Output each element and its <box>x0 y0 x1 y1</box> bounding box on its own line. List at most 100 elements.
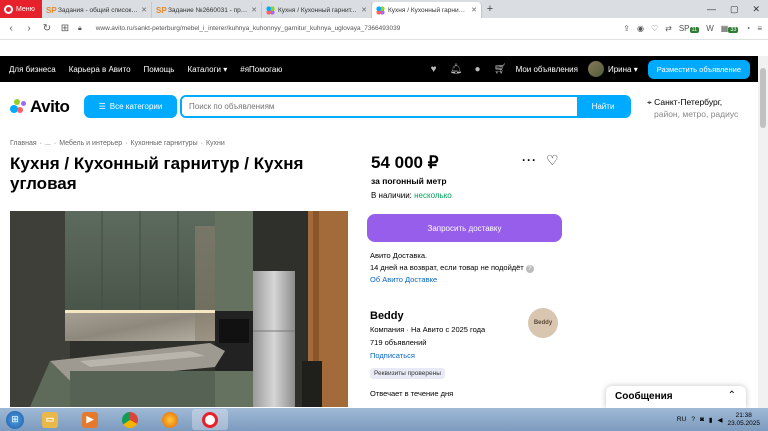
subscribe-link[interactable]: Подписаться <box>370 350 560 361</box>
all-categories-label: Все категории <box>109 102 163 111</box>
taskbar-chrome[interactable] <box>112 409 148 430</box>
link-career[interactable]: Карьера в Авито <box>69 65 131 74</box>
taskbar-opera[interactable] <box>192 409 228 430</box>
add-to-favorites-heart-icon[interactable]: ♡ <box>546 152 559 169</box>
link-catalogs[interactable]: Каталоги ▾ <box>187 65 227 74</box>
address-bar: ‹ › ↻ ⊞ 🔒︎ www.avito.ru/sankt-peterburg/… <box>0 18 768 40</box>
opera-menu-button[interactable]: Меню <box>0 0 42 18</box>
start-button[interactable]: ⊞ <box>0 408 30 431</box>
messages-chat-icon[interactable]: ● <box>472 64 484 75</box>
my-ads-link[interactable]: Мои объявления <box>516 65 578 74</box>
share-icon[interactable]: ⇪ <box>623 24 630 33</box>
all-categories-button[interactable]: ☰ Все категории <box>84 95 177 118</box>
link-help[interactable]: Помощь <box>144 65 175 74</box>
minimize-icon[interactable]: — <box>707 4 716 15</box>
clock-date: 23.05.2025 <box>727 419 760 427</box>
maximize-icon[interactable]: ▢ <box>730 4 739 15</box>
tab-close-icon[interactable]: ✕ <box>141 6 147 14</box>
post-ad-button[interactable]: Разместить объявление <box>647 59 750 79</box>
delivery-line-1: Авито Доставка. <box>370 251 428 260</box>
browser-tab-1[interactable]: SP Задания - общий список ... ✕ <box>42 2 152 18</box>
clock[interactable]: 21:38 23.05.2025 <box>727 412 760 428</box>
ext-icon[interactable]: ▦ 33 <box>721 24 739 33</box>
tab-close-icon[interactable]: ✕ <box>251 6 257 14</box>
favorites-heart-icon[interactable]: ♥ <box>428 64 440 75</box>
windows-logo-icon: ⊞ <box>6 410 24 429</box>
taskbar-firefox[interactable] <box>152 409 188 430</box>
page-scrollbar[interactable] <box>758 56 768 408</box>
search-find-button[interactable]: Найти <box>577 97 629 116</box>
seller-logo[interactable]: Beddy <box>528 308 558 338</box>
reload-icon[interactable]: ↻ <box>42 23 52 34</box>
browser-tab-4-active[interactable]: Кухня / Кухонный гарнитур ✕ <box>372 2 482 18</box>
seller-ads-count[interactable]: 719 объявлений <box>370 337 560 348</box>
speed-dial-icon[interactable]: ⊞ <box>60 23 70 34</box>
avito-logo[interactable]: Avito <box>10 97 70 117</box>
close-window-icon[interactable]: ✕ <box>752 4 760 15</box>
breadcrumb-furniture[interactable]: Мебель и интерьер <box>59 140 122 147</box>
browser-tab-3[interactable]: Кухня / Кухонный гарнит... ✕ <box>262 2 372 18</box>
browser-tab-2[interactable]: SP Задание №2660031 - про... ✕ <box>152 2 262 18</box>
browser-tab-bar: Меню SP Задания - общий список ... ✕ SP … <box>0 0 768 18</box>
listing-price: 54 000 ₽ <box>371 153 439 172</box>
user-menu[interactable]: Ирина ▾ <box>587 61 638 77</box>
sp-extension-icon[interactable]: SP 11 <box>679 24 700 33</box>
folder-icon: ▭ <box>42 411 58 428</box>
request-delivery-button[interactable]: Запросить доставку <box>367 214 562 242</box>
link-business[interactable]: Для бизнеса <box>9 65 56 74</box>
help-question-icon[interactable]: ? <box>525 265 534 273</box>
tab-title: Кухня / Кухонный гарнитур <box>388 6 469 14</box>
notifications-bell-icon[interactable]: 🔔︎ <box>450 64 463 75</box>
taskbar-explorer[interactable]: ▭ <box>32 409 68 430</box>
breadcrumb-sep: · <box>125 140 128 147</box>
breadcrumb-kitchen-sets[interactable]: Кухонные гарнитуры <box>131 140 198 147</box>
volume-icon[interactable]: ◀ <box>717 416 722 424</box>
breadcrumb-home[interactable]: Главная <box>10 140 37 147</box>
categories-menu-icon: ☰ <box>98 102 106 111</box>
browser-menu-icon[interactable]: ≡ <box>757 24 762 33</box>
breadcrumb-sep: · <box>200 140 203 147</box>
tab-close-icon[interactable]: ✕ <box>471 6 477 14</box>
seller-response-time: Отвечает в течение дня <box>370 389 454 398</box>
avito-top-bar: Для бизнеса Карьера в Авито Помощь Катал… <box>0 56 758 82</box>
help-icon[interactable]: ? <box>691 416 695 423</box>
profile-icon[interactable]: ◔ <box>745 24 750 33</box>
availability-label: В наличии: <box>371 191 412 200</box>
network-icon[interactable]: ▮ <box>709 416 713 424</box>
new-tab-button[interactable]: + <box>482 3 498 15</box>
about-delivery-link[interactable]: Об Авито Доставке <box>370 274 534 286</box>
breadcrumb-kitchens[interactable]: Кухни <box>206 140 225 147</box>
search-input[interactable] <box>182 97 577 116</box>
user-name: Ирина ▾ <box>607 64 638 74</box>
lock-icon[interactable]: 🔒︎ <box>78 25 82 33</box>
breadcrumb-sep: · <box>53 140 57 147</box>
tray-app-icon[interactable]: ◙ <box>700 416 704 423</box>
back-icon[interactable]: ‹ <box>6 23 16 34</box>
language-indicator[interactable]: RU <box>677 416 686 423</box>
translate-icon[interactable]: ⇄ <box>665 24 672 33</box>
chevron-up-icon: ⌃ <box>727 390 736 401</box>
link-ya-pomogayu[interactable]: #яПомогаю <box>240 65 282 74</box>
url-field[interactable]: www.avito.ru/sankt-peterburg/mebel_i_int… <box>96 25 401 32</box>
messages-widget[interactable]: Сообщения ⌃ <box>606 386 746 408</box>
taskbar-media-player[interactable]: ▶ <box>72 409 108 430</box>
avito-favicon-icon <box>376 5 385 15</box>
breadcrumb-ellipsis[interactable]: ... <box>45 140 51 147</box>
listing-photo[interactable] <box>10 211 348 407</box>
camera-icon[interactable]: ◉ <box>637 24 644 33</box>
forward-icon[interactable]: › <box>24 23 34 34</box>
extensions-area: ⇪ ◉ ♡ ⇄ SP 11 W ▦ 33 ◔ ≡ <box>623 24 762 33</box>
scrollbar-thumb[interactable] <box>760 68 766 128</box>
tab-title: Кухня / Кухонный гарнит... <box>278 6 357 14</box>
page-title: Кухня / Кухонный гарнитур / Кухня углова… <box>10 154 304 193</box>
bookmark-icon[interactable]: ♡ <box>651 24 658 33</box>
more-options-icon[interactable]: ··· <box>522 153 537 167</box>
chrome-icon <box>122 411 138 428</box>
location-selector[interactable]: ⌖ Санкт-Петербург, район, метро, радиус <box>647 96 738 120</box>
w-extension-icon[interactable]: W <box>706 24 714 33</box>
location-subtitle: район, метро, радиус <box>654 109 739 119</box>
tab-close-icon[interactable]: ✕ <box>361 6 367 14</box>
delivery-info: Авито Доставка. 14 дней на возврат, если… <box>370 250 534 286</box>
cart-icon[interactable]: 🛒︎ <box>494 64 507 75</box>
availability: В наличии: несколько <box>371 191 452 200</box>
